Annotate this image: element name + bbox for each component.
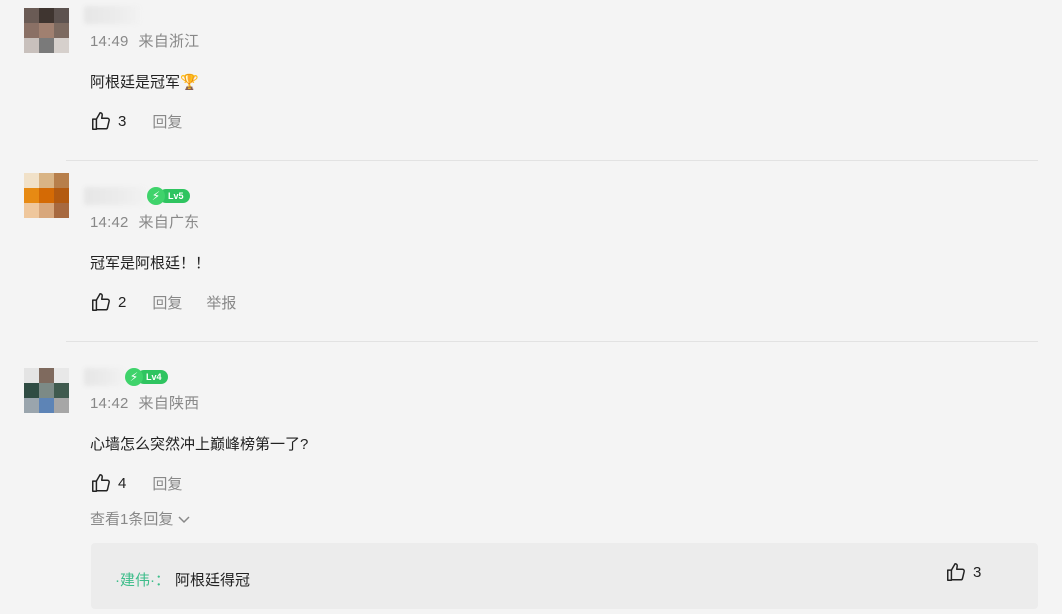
like-count: 2 bbox=[118, 293, 127, 311]
comment-location: 来自浙江 bbox=[138, 33, 200, 50]
comment-actions: 3 回复 bbox=[90, 110, 182, 132]
username-blurred[interactable] bbox=[84, 187, 146, 205]
reply-button[interactable]: 回复 bbox=[152, 292, 182, 313]
username-blurred[interactable] bbox=[84, 368, 124, 386]
avatar-pixel bbox=[54, 38, 69, 53]
avatar-pixel bbox=[54, 368, 69, 383]
avatar-pixel bbox=[24, 383, 39, 398]
avatar-pixel bbox=[39, 38, 54, 53]
reply-text: 阿根廷得冠 bbox=[175, 572, 251, 589]
reply-button[interactable]: 回复 bbox=[152, 473, 182, 494]
reply-button[interactable]: 回复 bbox=[152, 111, 182, 132]
comment-time: 14:42 bbox=[90, 214, 129, 231]
comment-location: 来自广东 bbox=[138, 214, 200, 231]
avatar-pixel bbox=[54, 188, 69, 203]
divider bbox=[66, 341, 1038, 342]
reply-item: ·建伟·： 阿根廷得冠 3 bbox=[91, 543, 1038, 609]
avatar-pixel bbox=[24, 368, 39, 383]
avatar-pixel bbox=[24, 38, 39, 53]
avatar-pixel bbox=[39, 383, 54, 398]
avatar-pixel bbox=[54, 173, 69, 188]
avatar-pixel bbox=[39, 173, 54, 188]
avatar-pixel bbox=[54, 398, 69, 413]
reply-author[interactable]: ·建伟·： bbox=[115, 569, 170, 590]
level-badge: ⚡ Lv5 bbox=[147, 187, 190, 205]
avatar-pixel bbox=[39, 398, 54, 413]
view-replies-button[interactable]: 查看1条回复 bbox=[90, 508, 191, 529]
avatar[interactable] bbox=[24, 368, 69, 413]
avatar-pixel bbox=[24, 398, 39, 413]
avatar-pixel bbox=[24, 23, 39, 38]
username-blurred[interactable] bbox=[84, 6, 140, 24]
comment-text: 心墙怎么突然冲上巅峰榜第一了? bbox=[90, 436, 309, 453]
thumbs-up-icon bbox=[92, 112, 110, 130]
avatar[interactable] bbox=[24, 173, 69, 218]
comment-location: 来自陕西 bbox=[138, 395, 200, 412]
comment-time: 14:42 bbox=[90, 395, 129, 412]
thumbs-up-icon bbox=[947, 563, 965, 581]
reply-like-count: 3 bbox=[973, 563, 982, 581]
chevron-down-icon bbox=[178, 515, 190, 523]
level-badge: ⚡ Lv4 bbox=[125, 368, 168, 386]
avatar-pixel bbox=[39, 23, 54, 38]
like-button[interactable]: 3 bbox=[90, 110, 126, 132]
avatar-pixel bbox=[39, 8, 54, 23]
avatar-pixel bbox=[24, 173, 39, 188]
view-replies-label: 查看1条回复 bbox=[90, 511, 174, 528]
report-button[interactable]: 举报 bbox=[206, 292, 236, 313]
avatar-pixel bbox=[24, 203, 39, 218]
avatar-pixel bbox=[39, 203, 54, 218]
comment-text: 冠军是阿根廷！！ bbox=[90, 255, 211, 272]
comment-meta: 14:42 来自广东 bbox=[90, 211, 199, 232]
comment-text: 阿根廷是冠军🏆 bbox=[90, 74, 199, 91]
comment-actions: 4 回复 bbox=[90, 472, 182, 494]
comment-time: 14:49 bbox=[90, 33, 129, 50]
avatar-pixel bbox=[54, 8, 69, 23]
avatar-pixel bbox=[54, 203, 69, 218]
avatar-pixel bbox=[24, 188, 39, 203]
comment-meta: 14:42 来自陕西 bbox=[90, 392, 199, 413]
comment-actions: 2 回复 举报 bbox=[90, 291, 236, 313]
divider bbox=[66, 160, 1038, 161]
reply-like-button[interactable]: 3 bbox=[945, 561, 981, 583]
like-button[interactable]: 4 bbox=[90, 472, 126, 494]
lightning-icon: ⚡ bbox=[125, 368, 143, 386]
avatar-pixel bbox=[39, 368, 54, 383]
like-button[interactable]: 2 bbox=[90, 291, 126, 313]
avatar-pixel bbox=[39, 188, 54, 203]
avatar[interactable] bbox=[24, 8, 69, 53]
lightning-icon: ⚡ bbox=[147, 187, 165, 205]
thumbs-up-icon bbox=[92, 293, 110, 311]
avatar-pixel bbox=[24, 8, 39, 23]
comment-meta: 14:49 来自浙江 bbox=[90, 30, 199, 51]
like-count: 3 bbox=[118, 112, 127, 130]
avatar-pixel bbox=[54, 23, 69, 38]
like-count: 4 bbox=[118, 474, 127, 492]
avatar-pixel bbox=[54, 383, 69, 398]
thumbs-up-icon bbox=[92, 474, 110, 492]
